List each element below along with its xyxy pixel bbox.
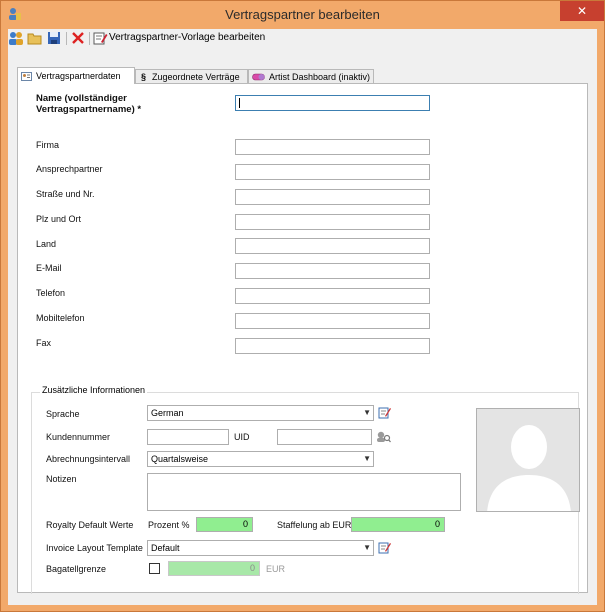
invoice-label: Invoice Layout Template [46, 543, 143, 553]
pill-icon [252, 73, 265, 81]
plz-ort-label: Plz und Ort [36, 214, 82, 224]
customer-no-label: Kundennummer [46, 432, 111, 442]
ansprechpartner-label: Ansprechpartner [36, 164, 103, 174]
paragraph-icon: § [141, 71, 147, 82]
invoice-template-value: Default [151, 543, 180, 553]
fax-label: Fax [36, 338, 52, 348]
billing-select[interactable]: Quartalsweise ▼ [147, 451, 374, 467]
plz-ort-input[interactable] [235, 214, 430, 230]
tab-artist-dashboard[interactable]: Artist Dashboard (inaktiv) [248, 69, 374, 83]
petty-unit-label: EUR [266, 564, 286, 574]
chevron-down-icon: ▼ [363, 543, 371, 552]
mobiltelefon-input[interactable] [235, 313, 430, 329]
toolbar: Vertragspartner-Vorlage bearbeiten [8, 29, 597, 47]
contact-card-icon [21, 71, 32, 81]
tab-label: Vertragspartnerdaten [36, 71, 121, 81]
close-button[interactable]: ✕ [560, 1, 604, 21]
email-label: E-Mail [36, 263, 62, 273]
folder-open-icon[interactable] [27, 30, 43, 46]
uid-label: UID [234, 432, 250, 442]
invoice-template-select[interactable]: Default ▼ [147, 540, 374, 556]
telefon-label: Telefon [36, 288, 66, 298]
chevron-down-icon: ▼ [363, 408, 371, 417]
tab-panel-vertragspartnerdaten: Name (vollständiger Vertragspartnername)… [17, 83, 588, 594]
percent-label: Prozent % [148, 520, 190, 530]
title-bar[interactable]: Vertragspartner bearbeiten ✕ [1, 1, 604, 29]
toolbar-separator [66, 32, 67, 45]
strasse-label: Straße und Nr. [36, 189, 95, 199]
billing-value: Quartalsweise [151, 454, 209, 464]
name-label: Name (vollständiger Vertragspartnername)… [36, 93, 142, 115]
land-label: Land [36, 239, 57, 249]
language-value: German [151, 408, 184, 418]
vat-check-icon[interactable] [376, 430, 391, 443]
firma-label: Firma [36, 140, 59, 150]
notes-textarea[interactable] [147, 473, 461, 511]
mobiltelefon-label: Mobiltelefon [36, 313, 85, 323]
billing-label: Abrechnungsintervall [46, 454, 131, 464]
tab-zugeordnete-vertraege[interactable]: § Zugeordnete Verträge [135, 69, 248, 83]
royalty-label: Royalty Default Werte [46, 520, 134, 530]
additional-info-title: Zusätzliche Informationen [40, 385, 148, 395]
petty-amount-input[interactable]: 0 [168, 561, 260, 576]
language-label: Sprache [46, 409, 80, 419]
toolbar-separator [89, 32, 90, 45]
edit-template-icon[interactable] [92, 30, 108, 46]
chevron-down-icon: ▼ [363, 454, 371, 463]
users-icon[interactable] [8, 30, 24, 46]
language-select[interactable]: German ▼ [147, 405, 374, 421]
edit-invoice-template-icon[interactable] [378, 541, 391, 554]
uid-input[interactable] [277, 429, 372, 445]
ansprechpartner-input[interactable] [235, 164, 430, 180]
petty-label: Bagatellgrenze [46, 564, 107, 574]
petty-checkbox[interactable] [149, 563, 160, 574]
tab-vertragspartnerdaten[interactable]: Vertragspartnerdaten [17, 67, 135, 84]
strasse-input[interactable] [235, 189, 430, 205]
tab-label: Zugeordnete Verträge [152, 71, 240, 82]
tier-input[interactable]: 0 [351, 517, 445, 532]
window-title: Vertragspartner bearbeiten [225, 7, 380, 22]
client-area: Vertragspartner-Vorlage bearbeiten Vertr… [8, 29, 597, 605]
email-input[interactable] [235, 263, 430, 279]
contact-photo-placeholder[interactable] [476, 408, 580, 512]
template-edit-button[interactable]: Vertragspartner-Vorlage bearbeiten [109, 32, 265, 43]
land-input[interactable] [235, 238, 430, 254]
tier-label: Staffelung ab EUR [277, 520, 352, 530]
edit-language-icon[interactable] [378, 406, 391, 419]
fax-input[interactable] [235, 338, 430, 354]
delete-icon[interactable] [70, 30, 86, 46]
percent-input[interactable]: 0 [196, 517, 253, 532]
window: Vertragspartner bearbeiten ✕ Vertragspar… [0, 0, 605, 612]
save-icon[interactable] [46, 30, 62, 46]
firma-input[interactable] [235, 139, 430, 155]
notes-label: Notizen [46, 474, 77, 484]
telefon-input[interactable] [235, 288, 430, 304]
tab-label: Artist Dashboard (inaktiv) [269, 71, 371, 82]
person-silhouette-icon [477, 409, 579, 511]
name-input[interactable] [235, 95, 430, 111]
customer-no-input[interactable] [147, 429, 229, 445]
text-caret [239, 98, 240, 108]
